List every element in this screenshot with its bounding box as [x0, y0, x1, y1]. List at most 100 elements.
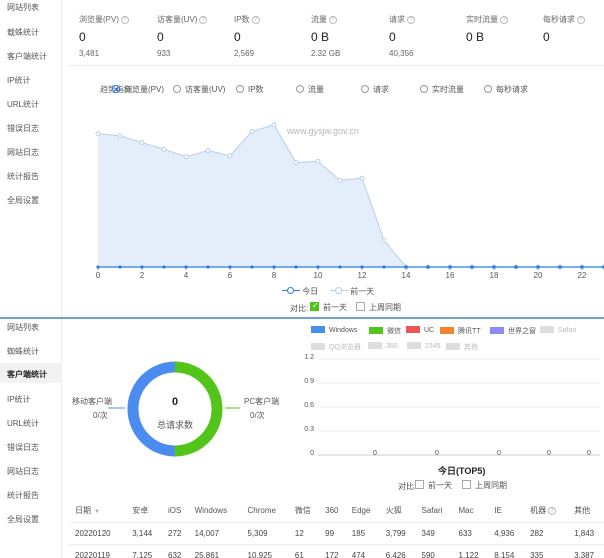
top5-legend-item[interactable]: UC	[406, 326, 434, 334]
data-point-today[interactable]	[118, 265, 122, 269]
data-point-prev-day[interactable]	[161, 146, 167, 152]
legend-today-icon	[282, 287, 300, 295]
data-point-today[interactable]	[96, 265, 100, 269]
top5-compare-last-week[interactable]: 上周同期	[462, 480, 507, 491]
sidebar-item-site-list[interactable]: 网站列表	[7, 322, 39, 333]
legend-swatch	[540, 326, 554, 333]
x-tick-label: 6	[227, 271, 233, 280]
data-point-today[interactable]	[404, 265, 408, 269]
bar-value-label: 0	[373, 450, 377, 457]
y-tick-label: 0	[310, 450, 314, 457]
data-point-today[interactable]	[272, 265, 276, 269]
data-point-today[interactable]	[316, 265, 320, 269]
top5-legend-item[interactable]: 世界之窗	[490, 326, 536, 336]
sort-icon[interactable]: ▼	[94, 509, 100, 515]
column-header-label: Chrome	[247, 506, 276, 516]
data-point-prev-day[interactable]	[381, 237, 387, 243]
table-cell: 349	[415, 522, 453, 545]
data-point-prev-day[interactable]	[359, 175, 365, 181]
x-tick-label: 22	[577, 271, 587, 280]
compare-last-week-label: 上周同期	[369, 303, 401, 312]
x-tick-label: 18	[489, 271, 499, 280]
data-point-today[interactable]	[382, 265, 386, 269]
data-point-prev-day[interactable]	[249, 128, 255, 134]
column-header-label: 火狐	[385, 506, 402, 516]
data-point-today[interactable]	[360, 265, 364, 269]
column-header: iOS	[162, 500, 189, 523]
top5-legend-item[interactable]: 微信	[369, 326, 401, 336]
data-point-today[interactable]	[514, 265, 518, 269]
column-header-label: 其他	[574, 506, 591, 516]
compare-prev-day-checkbox[interactable]	[310, 301, 319, 311]
top5-legend-item[interactable]: Windows	[311, 326, 357, 334]
data-point-today[interactable]	[140, 265, 144, 269]
data-point-today[interactable]	[184, 265, 188, 269]
compare-last-week-checkbox[interactable]	[356, 302, 365, 311]
column-header: 其他	[568, 500, 604, 523]
table-cell: 632	[162, 544, 189, 558]
legend-label: 微信	[387, 328, 401, 335]
legend-prev-day[interactable]: 前一天	[330, 286, 374, 297]
data-point-today[interactable]	[206, 265, 210, 269]
table-cell: 61	[288, 544, 320, 558]
help-icon[interactable]: ?	[548, 507, 557, 516]
compare-prev-day[interactable]: 前一天	[310, 301, 347, 313]
data-point-today[interactable]	[580, 265, 584, 269]
data-point-prev-day[interactable]	[117, 133, 123, 139]
legend-prev-day-icon	[330, 287, 348, 295]
section-divider	[0, 317, 604, 319]
series-area-prev-day	[98, 124, 604, 268]
top5-compare-prev-day-checkbox[interactable]	[415, 480, 424, 489]
top5-legend-item[interactable]: 腾讯TT	[440, 326, 481, 336]
compare-last-week[interactable]: 上周同期	[356, 302, 401, 313]
data-point-prev-day[interactable]	[271, 122, 277, 128]
column-header-label: Edge	[351, 506, 371, 516]
top5-compare-label: 对比:	[398, 482, 417, 491]
top5-compare-prev-day-label: 前一天	[428, 481, 452, 490]
data-point-prev-day[interactable]	[95, 131, 101, 137]
data-point-prev-day[interactable]	[205, 148, 211, 154]
top5-compare-last-week-label: 上周同期	[475, 481, 507, 490]
data-point-prev-day[interactable]	[337, 177, 343, 183]
data-point-today[interactable]	[250, 265, 254, 269]
sidebar-item-ip-stats[interactable]: IP统计	[7, 394, 31, 405]
data-point-today[interactable]	[426, 265, 430, 269]
data-point-today[interactable]	[448, 265, 452, 269]
top5-compare-prev-day[interactable]: 前一天	[415, 480, 452, 491]
compare-label: 对比:	[290, 304, 309, 313]
column-header-label: Windows	[194, 506, 228, 516]
table-cell: 3,799	[379, 522, 416, 545]
sidebar-item-global-settings[interactable]: 全局设置	[7, 514, 39, 525]
donut-label-pc: PC客户端	[244, 397, 280, 406]
x-tick-label: 0	[95, 271, 101, 280]
data-point-today[interactable]	[162, 265, 166, 269]
data-point-prev-day[interactable]	[183, 154, 189, 160]
data-point-prev-day[interactable]	[315, 158, 321, 164]
data-point-today[interactable]	[294, 265, 298, 269]
bar-value-label: 0	[435, 450, 439, 457]
table-cell: 633	[452, 522, 489, 545]
sidebar-item-site-log[interactable]: 网站日志	[7, 466, 39, 477]
data-point-today[interactable]	[228, 265, 232, 269]
sidebar-item-client-stats[interactable]: 客户端统计	[7, 369, 47, 380]
table-cell: 172	[319, 544, 346, 558]
column-header[interactable]: 日期 ▼	[69, 500, 127, 523]
data-point-today[interactable]	[536, 265, 540, 269]
data-point-today[interactable]	[558, 265, 562, 269]
sidebar-item-report[interactable]: 统计报告	[7, 490, 39, 501]
top5-compare-last-week-checkbox[interactable]	[462, 480, 471, 489]
data-point-prev-day[interactable]	[227, 153, 233, 159]
data-point-prev-day[interactable]	[293, 160, 299, 166]
data-point-today[interactable]	[492, 265, 496, 269]
sidebar-item-error-log[interactable]: 错误日志	[7, 442, 39, 453]
table-row: 20220120 3,144 272 14,007 5,309 12 99 185 3,799 3…	[69, 522, 604, 545]
data-point-today[interactable]	[338, 265, 342, 269]
sidebar-item-url-stats[interactable]: URL统计	[7, 418, 39, 429]
legend-today[interactable]: 今日	[282, 286, 318, 297]
column-header: Windows	[188, 500, 242, 523]
sidebar-item-spider-stats[interactable]: 蜘蛛统计	[7, 346, 39, 357]
top5-legend-item[interactable]: Safari	[540, 326, 576, 334]
data-point-today[interactable]	[470, 265, 474, 269]
top5-chart-title: 今日(TOP5)	[438, 466, 486, 476]
data-point-prev-day[interactable]	[139, 140, 145, 146]
